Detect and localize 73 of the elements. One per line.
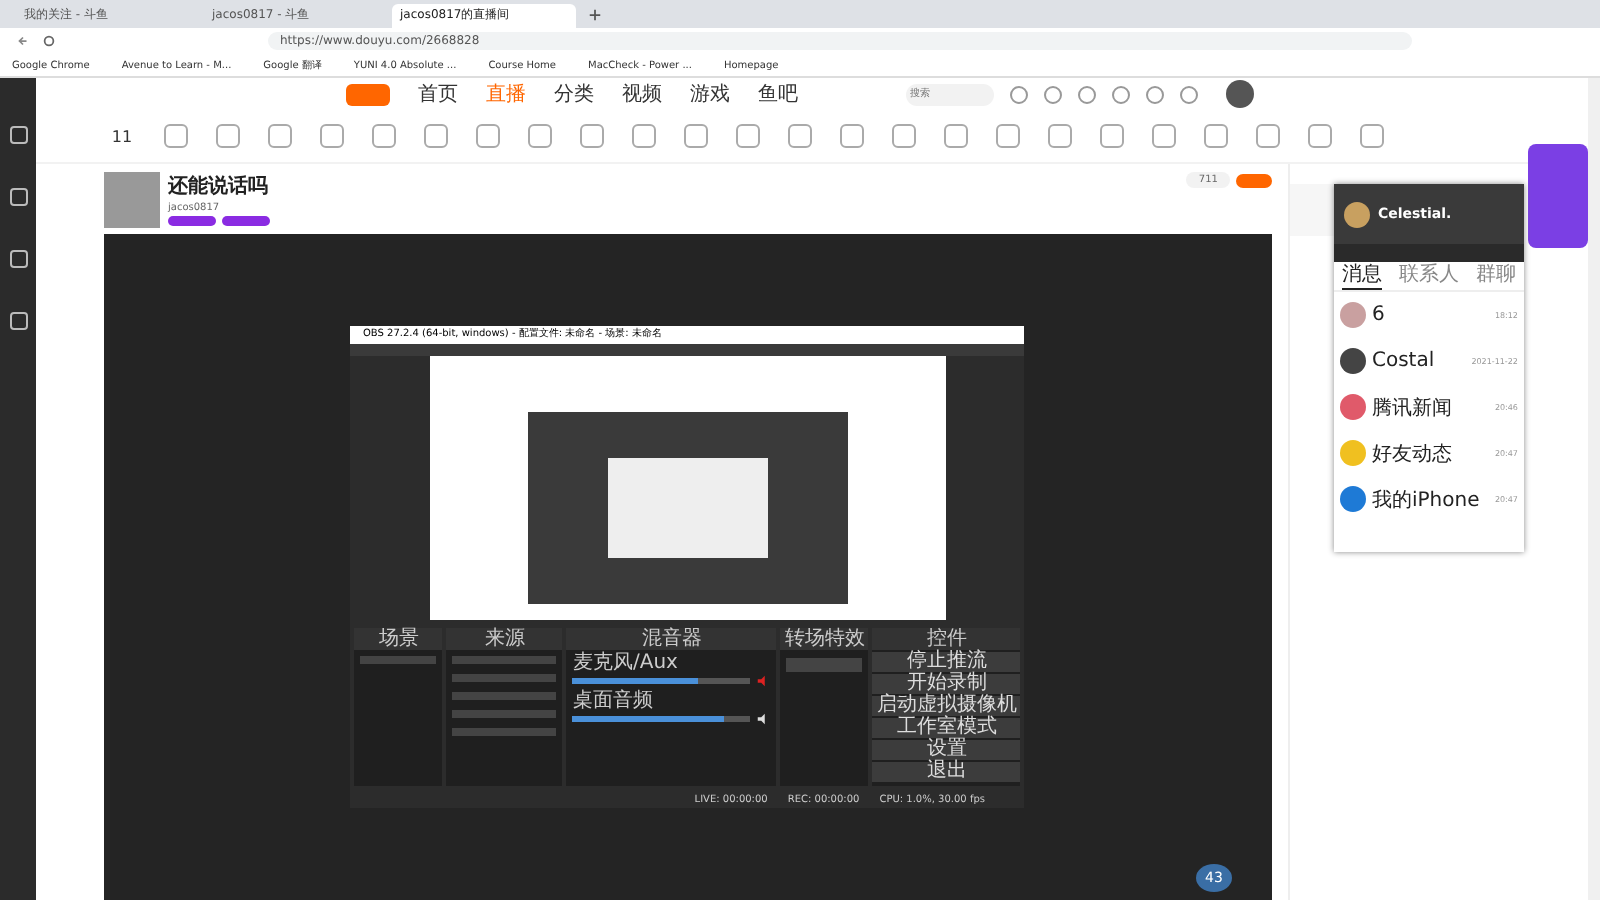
contact-name[interactable]: 好友动态 (1371, 439, 1489, 467)
reload-icon[interactable] (42, 34, 56, 48)
control-button[interactable]: 启动虚拟摄像机 (872, 696, 1021, 716)
feature-icon[interactable] (892, 124, 916, 148)
search-field[interactable] (1333, 244, 1524, 262)
control-button[interactable]: 退出 (872, 762, 1021, 782)
panel-header: 转场特效 (780, 628, 869, 650)
site-logo[interactable] (346, 83, 390, 105)
chat-tab[interactable]: 消息 (1342, 262, 1383, 290)
avatar-icon (1343, 201, 1370, 227)
feature-icon[interactable] (1152, 124, 1176, 148)
feature-icon[interactable] (1308, 124, 1332, 148)
panel-header: 控件 (872, 628, 1021, 650)
feature-icon[interactable] (1100, 124, 1124, 148)
chat-tab[interactable]: 群聊 (1475, 262, 1516, 290)
feature-icon[interactable] (1360, 124, 1384, 148)
feature-icon[interactable] (632, 124, 656, 148)
level-count: 11 (109, 127, 135, 145)
contact-avatar[interactable] (1339, 486, 1366, 512)
speaker-icon[interactable] (756, 712, 771, 726)
photo-placeholder (104, 171, 160, 227)
contact-name[interactable]: 6 (1371, 304, 1489, 326)
chat-tab[interactable]: 联系人 (1398, 262, 1459, 290)
feature-icon[interactable] (372, 124, 396, 148)
muted-speaker-icon[interactable] (756, 674, 771, 688)
user-avatar[interactable] (1226, 80, 1254, 108)
control-button[interactable]: 开始录制 (872, 674, 1021, 694)
feature-icon[interactable] (788, 124, 812, 148)
audio-channel-name: 桌面音频 (572, 690, 655, 712)
sidebar-icon[interactable] (9, 312, 27, 330)
audio-channel-name: 麦克风/Aux (572, 652, 680, 674)
volume-slider[interactable] (572, 678, 751, 684)
contact-name[interactable]: 腾讯新闻 (1371, 393, 1489, 421)
feature-icon[interactable] (1256, 124, 1280, 148)
badge-tag (222, 216, 270, 226)
panel-header: 场景 (354, 628, 443, 650)
new-tab-icon[interactable] (588, 8, 602, 22)
nav-link[interactable]: 首页 (418, 80, 458, 108)
feature-icon[interactable] (268, 124, 292, 148)
nav-link[interactable]: 视频 (622, 80, 662, 108)
control-button[interactable]: 工作室模式 (872, 718, 1021, 738)
badge-tag (168, 216, 216, 226)
feature-icon[interactable] (528, 124, 552, 148)
feature-icon[interactable] (216, 124, 240, 148)
contact-name[interactable]: 我的iPhone (1371, 485, 1489, 513)
contact-avatar[interactable] (1339, 348, 1366, 374)
feature-icon[interactable] (476, 124, 500, 148)
sidebar-icon[interactable] (9, 250, 27, 268)
feature-icon[interactable] (1048, 124, 1072, 148)
nav-link[interactable]: 鱼吧 (758, 80, 798, 108)
volume-slider[interactable] (572, 716, 751, 722)
feature-icon[interactable] (944, 124, 968, 148)
back-icon[interactable] (16, 34, 30, 48)
control-button[interactable]: 停止推流 (872, 652, 1021, 672)
feature-icon[interactable] (684, 124, 708, 148)
feature-icon[interactable] (580, 124, 604, 148)
feature-icon[interactable] (996, 124, 1020, 148)
control-button[interactable]: 设置 (872, 740, 1021, 760)
sidebar-icon[interactable] (9, 126, 27, 144)
feature-icon[interactable] (424, 124, 448, 148)
panel-header: 混音器 (566, 628, 777, 650)
sidebar-icon[interactable] (9, 188, 27, 206)
feature-icon[interactable] (320, 124, 344, 148)
feature-icon[interactable] (1204, 124, 1228, 148)
panel-header: 来源 (446, 628, 563, 650)
follow-button[interactable] (1235, 173, 1272, 187)
contact-name[interactable]: Costal (1371, 350, 1466, 372)
streamer-name: 还能说话吗 (168, 173, 270, 200)
feature-icon[interactable] (164, 124, 188, 148)
feature-icon[interactable] (736, 124, 760, 148)
nav-link[interactable]: 分类 (554, 80, 594, 108)
feature-icon[interactable] (840, 124, 864, 148)
nav-link[interactable]: 游戏 (690, 80, 730, 108)
